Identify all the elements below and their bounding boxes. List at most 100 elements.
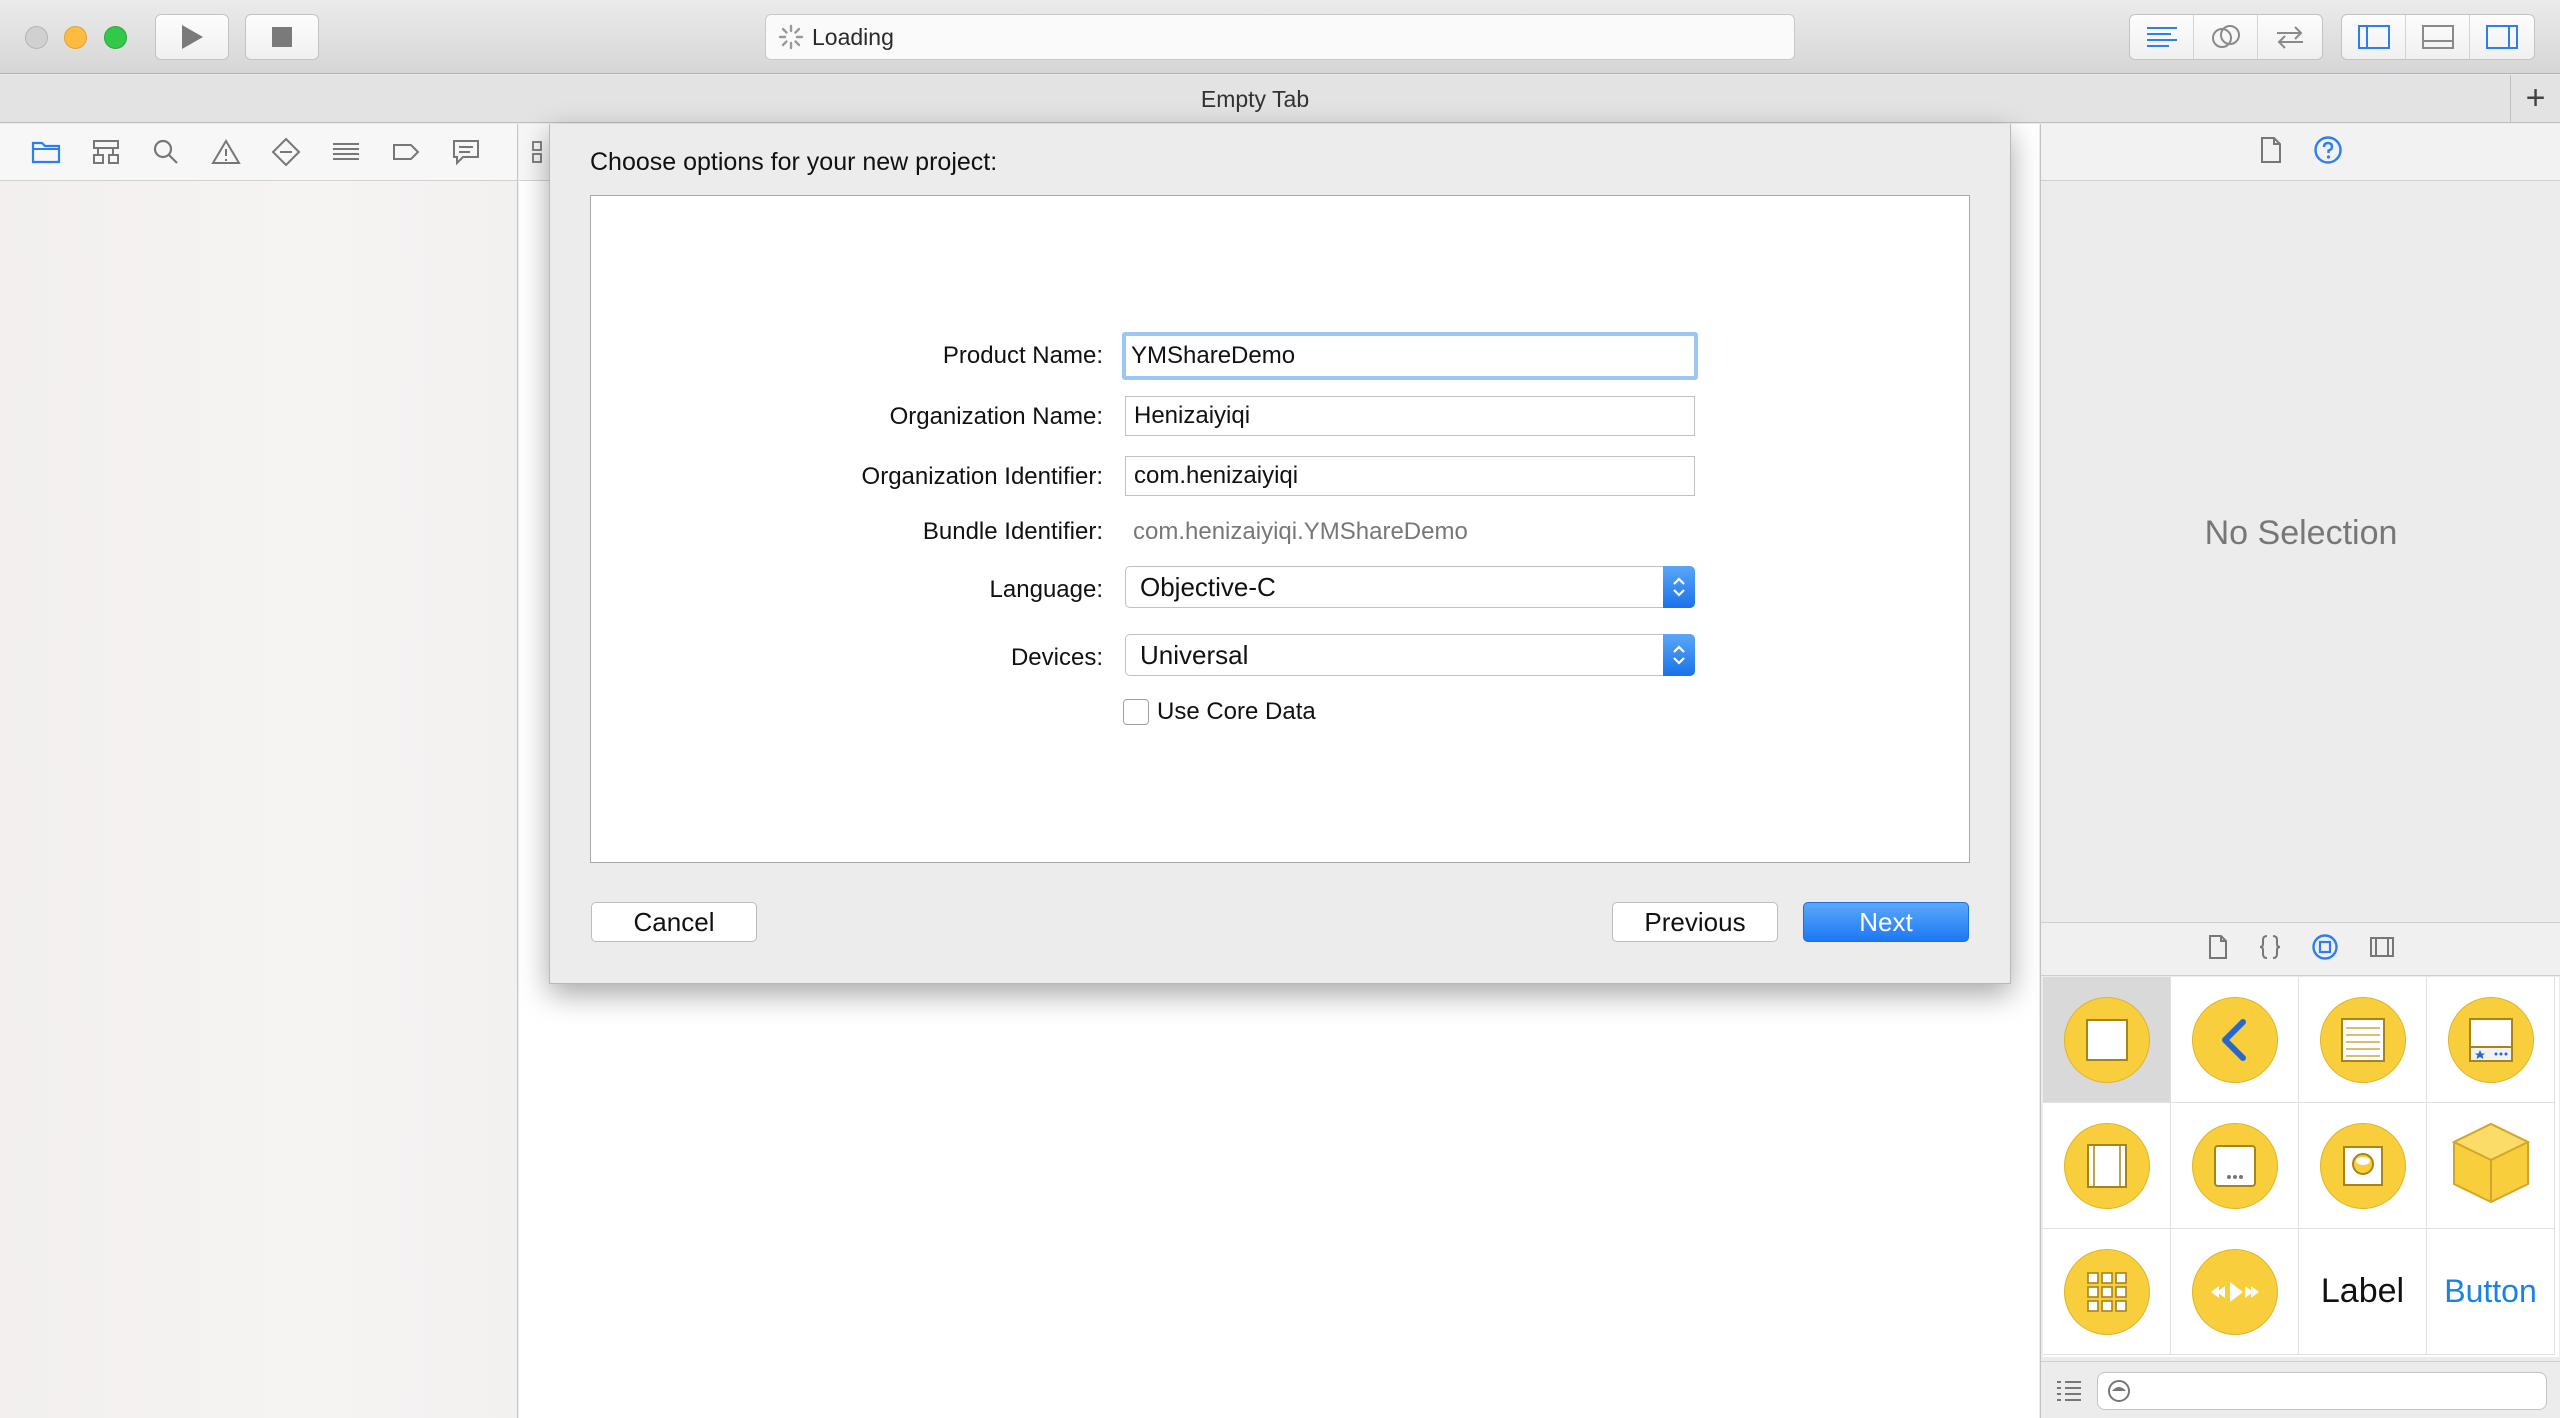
organization-name-value: Henizaiyiqi <box>1134 402 1251 429</box>
library-item-label[interactable]: Label <box>2299 1229 2427 1355</box>
organization-identifier-field[interactable]: com.henizaiyiqi <box>1125 456 1695 496</box>
library-item-tab-bar-controller[interactable] <box>2427 977 2555 1103</box>
window-close-button[interactable] <box>25 26 48 49</box>
button-item-text: Button <box>2444 1273 2537 1309</box>
glkit-view-controller-icon <box>2191 1122 2278 1209</box>
document-icon <box>2209 934 2227 959</box>
product-name-field[interactable]: YMShareDemo <box>1122 332 1698 380</box>
right-panel-icon <box>2486 25 2518 49</box>
tab-bar-controller-icon <box>2447 996 2534 1083</box>
tab-bar: Empty Tab + <box>0 75 2560 123</box>
speech-bubble-icon <box>453 140 479 166</box>
debug-navigator-button[interactable] <box>330 136 362 168</box>
navigation-controller-icon <box>2191 996 2278 1083</box>
add-tab-button[interactable]: + <box>2510 75 2560 123</box>
devices-value: Universal <box>1140 639 1249 670</box>
library-item-page-view-controller[interactable] <box>2043 1103 2171 1229</box>
breakpoint-navigator-button[interactable] <box>390 136 422 168</box>
tab-empty[interactable]: Empty Tab <box>0 75 2510 123</box>
cancel-button[interactable]: Cancel <box>591 902 757 942</box>
library-item-object[interactable] <box>2427 1103 2555 1229</box>
activity-status-text: Loading <box>812 23 894 50</box>
view-toggle-control <box>2341 14 2535 60</box>
devices-label: Devices: <box>1010 644 1103 671</box>
previous-button[interactable]: Previous <box>1612 902 1778 942</box>
toggle-debug-area-button[interactable] <box>2406 15 2470 59</box>
symbol-navigator-button[interactable] <box>90 136 122 168</box>
view-controller-icon <box>2063 996 2150 1083</box>
film-icon <box>2370 936 2394 957</box>
warning-icon <box>211 139 241 164</box>
popup-arrows-icon <box>1663 634 1695 676</box>
object-library-grid: Label Button <box>2043 977 2559 1357</box>
use-core-data-checkbox[interactable] <box>1123 699 1149 725</box>
page-view-controller-icon <box>2063 1122 2150 1209</box>
organization-identifier-label: Organization Identifier: <box>861 463 1103 490</box>
window-zoom-button[interactable] <box>104 26 127 49</box>
organization-name-field[interactable]: Henizaiyiqi <box>1125 396 1695 436</box>
run-button[interactable] <box>155 14 229 60</box>
search-icon <box>153 139 178 164</box>
library-item-media-player[interactable] <box>2171 1229 2299 1355</box>
editor-mode-control <box>2129 14 2323 60</box>
toggle-utilities-button[interactable] <box>2470 15 2534 59</box>
report-navigator-button[interactable] <box>450 136 482 168</box>
inspector-selector-bar <box>2041 124 2560 181</box>
filter-icon <box>2108 1380 2130 1402</box>
library-selector-bar <box>2041 922 2560 976</box>
standard-editor-icon <box>2146 27 2177 47</box>
popup-arrows-icon <box>1663 566 1695 608</box>
collection-view-controller-icon <box>2063 1248 2150 1335</box>
product-name-label: Product Name: <box>942 342 1103 369</box>
library-item-navigation-controller[interactable] <box>2171 977 2299 1103</box>
table-view-controller-icon <box>2319 996 2406 1083</box>
library-item-glkit-view-controller[interactable] <box>2171 1103 2299 1229</box>
library-item-view-controller[interactable] <box>2043 977 2171 1103</box>
label-item-text: Label <box>2320 1272 2405 1310</box>
library-item-button[interactable]: Button <box>2427 1229 2555 1355</box>
library-item-collection-view-controller[interactable] <box>2043 1229 2171 1355</box>
language-popup[interactable]: Objective-C <box>1125 566 1695 608</box>
test-navigator-button[interactable] <box>270 136 302 168</box>
assistant-editor-button[interactable] <box>2194 15 2258 59</box>
library-item-avkit-player[interactable] <box>2299 1103 2427 1229</box>
spinner-icon <box>778 24 804 50</box>
standard-editor-button[interactable] <box>2130 15 2194 59</box>
stop-icon <box>272 27 292 47</box>
file-template-library-button[interactable] <box>2207 934 2229 965</box>
next-button[interactable]: Next <box>1803 902 1969 942</box>
devices-popup[interactable]: Universal <box>1125 634 1695 676</box>
avkit-player-icon <box>2319 1122 2406 1209</box>
window-minimize-button[interactable] <box>64 26 87 49</box>
hierarchy-icon <box>93 140 119 164</box>
find-navigator-button[interactable] <box>150 136 182 168</box>
organization-name-label: Organization Name: <box>889 403 1103 430</box>
issue-navigator-button[interactable] <box>210 136 242 168</box>
library-filter-bar <box>2041 1361 2560 1418</box>
options-form: Product Name: YMShareDemo Organization N… <box>590 195 1970 863</box>
library-item-table-view-controller[interactable] <box>2299 977 2427 1103</box>
left-panel-icon <box>2357 25 2390 49</box>
breakpoint-icon <box>393 144 420 160</box>
navigator-selector-bar <box>0 124 517 181</box>
object-library-button[interactable] <box>2311 933 2339 966</box>
language-value: Objective-C <box>1140 571 1276 602</box>
related-items-icon <box>532 141 542 163</box>
quick-help-button[interactable] <box>2313 135 2343 170</box>
library-filter-input[interactable] <box>2097 1372 2547 1410</box>
project-navigator-button[interactable] <box>30 136 62 168</box>
sheet-title: Choose options for your new project: <box>590 148 998 176</box>
folder-icon <box>31 141 61 164</box>
code-snippet-library-button[interactable] <box>2259 934 2281 965</box>
toggle-navigator-button[interactable] <box>2342 15 2406 59</box>
use-core-data-option[interactable]: Use Core Data <box>1123 698 1316 726</box>
media-library-button[interactable] <box>2369 935 2395 964</box>
utilities-panel: No Selection Label Button <box>2040 124 2560 1418</box>
play-icon <box>182 25 203 49</box>
list-icon <box>2057 1381 2081 1401</box>
file-inspector-button[interactable] <box>2259 136 2283 169</box>
list-view-toggle[interactable] <box>2055 1378 2083 1407</box>
version-editor-button[interactable] <box>2258 15 2322 59</box>
stop-button[interactable] <box>245 14 319 60</box>
new-project-options-sheet: Choose options for your new project: Pro… <box>549 124 2011 984</box>
